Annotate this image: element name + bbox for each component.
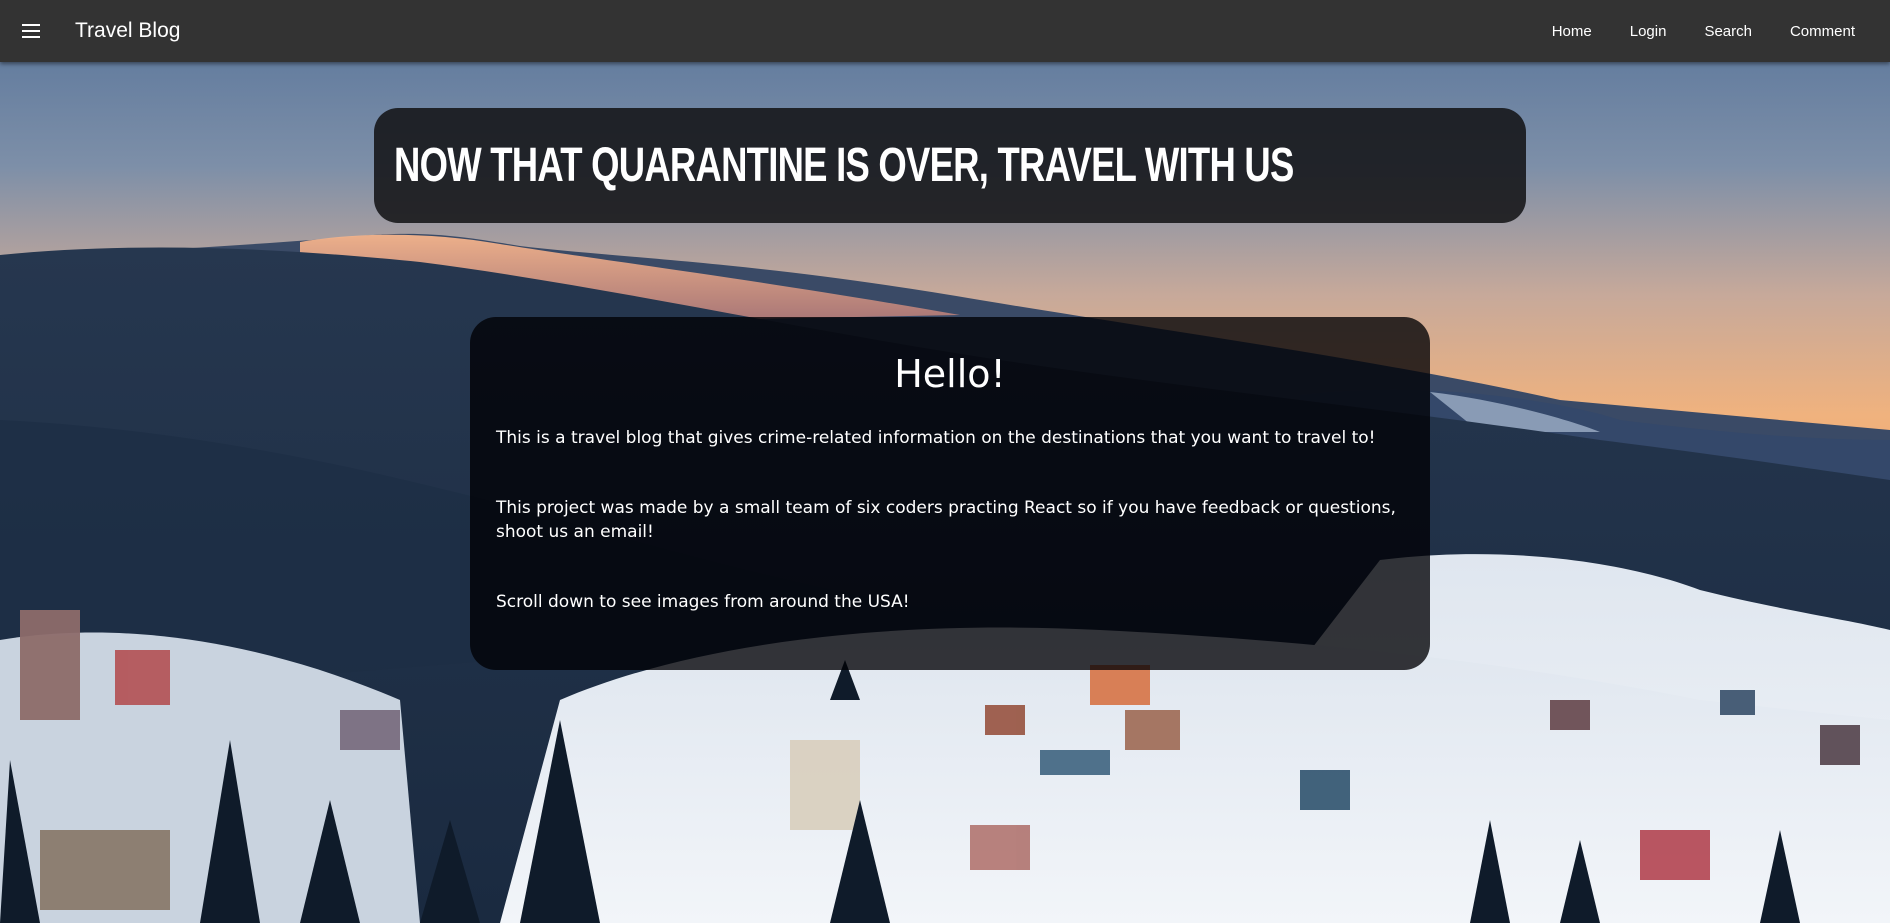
page: Travel Blog Home Login Search Comment No… — [0, 0, 1890, 923]
nav-login-link[interactable]: Login — [1611, 0, 1686, 62]
intro-paragraph: This is a travel blog that gives crime-r… — [496, 428, 1376, 448]
site-title[interactable]: Travel Blog — [75, 19, 180, 43]
intro-title: Hello! — [894, 352, 1006, 396]
intro-paragraph: This project was made by a small team of… — [496, 498, 1396, 542]
main-nav: Home Login Search Comment — [1533, 0, 1874, 62]
menu-icon — [22, 24, 40, 38]
nav-home-link[interactable]: Home — [1533, 0, 1611, 62]
menu-button[interactable] — [0, 0, 62, 62]
top-app-bar: Travel Blog Home Login Search Comment — [0, 0, 1890, 62]
hero-headline: Now that quarantine is over, travel with… — [394, 138, 1294, 192]
nav-comment-link[interactable]: Comment — [1771, 0, 1874, 62]
hero-headline-banner: Now that quarantine is over, travel with… — [374, 108, 1526, 223]
intro-card: Hello! This is a travel blog that gives … — [470, 317, 1430, 670]
intro-paragraph: Scroll down to see images from around th… — [496, 592, 910, 612]
nav-search-link[interactable]: Search — [1685, 0, 1771, 62]
